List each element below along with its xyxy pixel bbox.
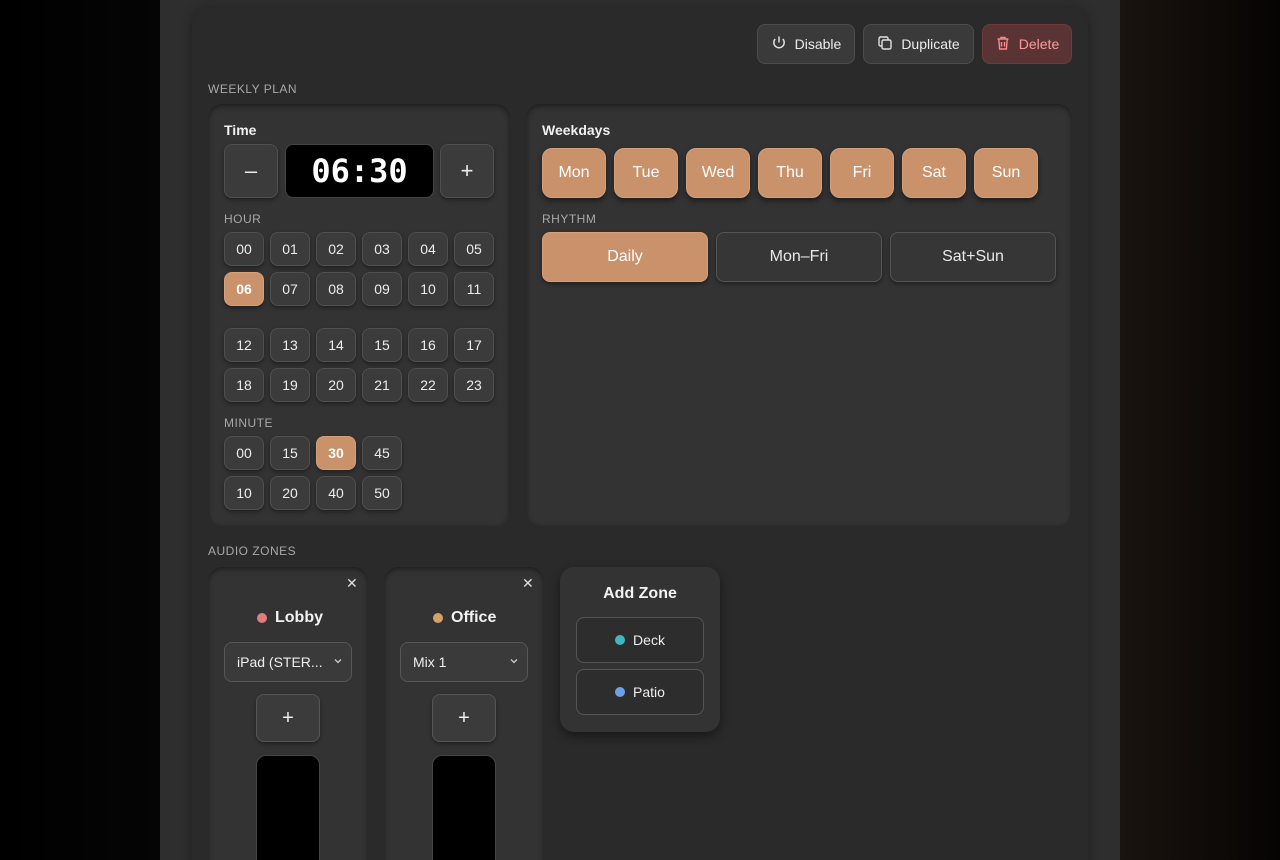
hour-label: HOUR: [224, 212, 262, 226]
minute-option[interactable]: 20: [270, 476, 310, 510]
weekday-toggle[interactable]: Mon: [542, 148, 606, 198]
hour-option[interactable]: 19: [270, 368, 310, 402]
add-zone-card: Add Zone Deck Patio: [560, 567, 720, 732]
weekday-toggle[interactable]: Sun: [974, 148, 1038, 198]
zone-color-dot: [257, 613, 267, 623]
delete-button[interactable]: Delete: [982, 24, 1072, 64]
hour-option[interactable]: 02: [316, 232, 356, 266]
minute-label: MINUTE: [224, 416, 273, 430]
zone-color-dot: [615, 635, 626, 645]
weekday-toggle[interactable]: Sat: [902, 148, 966, 198]
zone-title: Office: [451, 609, 497, 626]
hour-option[interactable]: 06: [224, 272, 264, 306]
disable-button[interactable]: Disable: [757, 24, 855, 64]
weekday-toggle[interactable]: Tue: [614, 148, 678, 198]
volume-meter[interactable]: [256, 755, 320, 860]
hour-option[interactable]: 01: [270, 232, 310, 266]
hour-option[interactable]: 17: [454, 328, 494, 362]
add-zone-patio-button[interactable]: Patio: [576, 669, 704, 715]
minute-option[interactable]: 30: [316, 436, 356, 470]
hour-option[interactable]: 18: [224, 368, 264, 402]
volume-meter[interactable]: [432, 755, 496, 860]
zone-color-dot: [433, 613, 443, 623]
minute-option[interactable]: 45: [362, 436, 402, 470]
minute-option[interactable]: 00: [224, 436, 264, 470]
zone-name-office: Office: [433, 609, 496, 627]
minute-option[interactable]: 50: [362, 476, 402, 510]
hour-option[interactable]: 21: [362, 368, 402, 402]
zone-title: Lobby: [275, 609, 323, 626]
zone-source-select[interactable]: iPad (STER...: [224, 642, 352, 682]
minute-option[interactable]: 10: [224, 476, 264, 510]
time-title: Time: [224, 122, 257, 138]
weekday-toggle[interactable]: Fri: [830, 148, 894, 198]
hour-option[interactable]: 16: [408, 328, 448, 362]
copy-icon: [877, 35, 893, 54]
trash-icon: [995, 35, 1011, 54]
audio-zones-label: AUDIO ZONES: [208, 544, 297, 558]
weekly-plan-label: WEEKLY PLAN: [208, 82, 298, 96]
chevron-down-icon: [510, 659, 518, 664]
zone-color-dot: [615, 687, 626, 697]
zone-card-office: ✕ Office Mix 1 +: [384, 567, 544, 860]
zone-add-button[interactable]: +: [256, 694, 320, 742]
add-zone-title: Add Zone: [603, 585, 677, 602]
hour-option[interactable]: 14: [316, 328, 356, 362]
zone-card-lobby: ✕ Lobby iPad (STER... +: [208, 567, 368, 860]
right-backdrop: [1120, 0, 1280, 860]
hour-option[interactable]: 07: [270, 272, 310, 306]
chevron-down-icon: [334, 659, 342, 664]
hour-option[interactable]: 00: [224, 232, 264, 266]
delete-label: Delete: [1018, 36, 1060, 52]
rhythm-label: RHYTHM: [542, 212, 597, 226]
hour-option[interactable]: 08: [316, 272, 356, 306]
zone-source-select[interactable]: Mix 1: [400, 642, 528, 682]
hour-option[interactable]: 04: [408, 232, 448, 266]
duplicate-label: Duplicate: [901, 36, 960, 52]
hour-option[interactable]: 03: [362, 232, 402, 266]
zone-source-value: Mix 1: [413, 654, 447, 670]
hour-option[interactable]: 23: [454, 368, 494, 402]
hour-option[interactable]: 22: [408, 368, 448, 402]
hour-option[interactable]: 11: [454, 272, 494, 306]
left-backdrop: [0, 0, 160, 860]
weekdays-title: Weekdays: [542, 122, 611, 138]
hour-option[interactable]: 15: [362, 328, 402, 362]
close-icon[interactable]: ✕: [522, 575, 534, 592]
weekday-toggle[interactable]: Thu: [758, 148, 822, 198]
zone-source-value: iPad (STER...: [237, 654, 323, 670]
rhythm-option[interactable]: Mon–Fri: [716, 232, 882, 282]
power-icon: [771, 35, 787, 54]
rhythm-option[interactable]: Sat+Sun: [890, 232, 1056, 282]
add-zone-option-label: Patio: [633, 684, 665, 700]
close-icon[interactable]: ✕: [346, 575, 358, 592]
hour-option[interactable]: 09: [362, 272, 402, 306]
minute-option[interactable]: 40: [316, 476, 356, 510]
duplicate-button[interactable]: Duplicate: [863, 24, 974, 64]
add-zone-deck-button[interactable]: Deck: [576, 617, 704, 663]
hour-option[interactable]: 10: [408, 272, 448, 306]
hour-option[interactable]: 20: [316, 368, 356, 402]
zone-name-lobby: Lobby: [257, 609, 323, 627]
zone-add-button[interactable]: +: [432, 694, 496, 742]
time-increment-button[interactable]: +: [440, 144, 494, 198]
minute-option[interactable]: 15: [270, 436, 310, 470]
weekday-toggle[interactable]: Wed: [686, 148, 750, 198]
rhythm-option[interactable]: Daily: [542, 232, 708, 282]
time-decrement-button[interactable]: –: [224, 144, 278, 198]
hour-option[interactable]: 13: [270, 328, 310, 362]
hour-option[interactable]: 05: [454, 232, 494, 266]
disable-label: Disable: [794, 36, 842, 52]
add-zone-option-label: Deck: [633, 632, 665, 648]
hour-option[interactable]: 12: [224, 328, 264, 362]
time-display: 06:30: [285, 144, 434, 198]
